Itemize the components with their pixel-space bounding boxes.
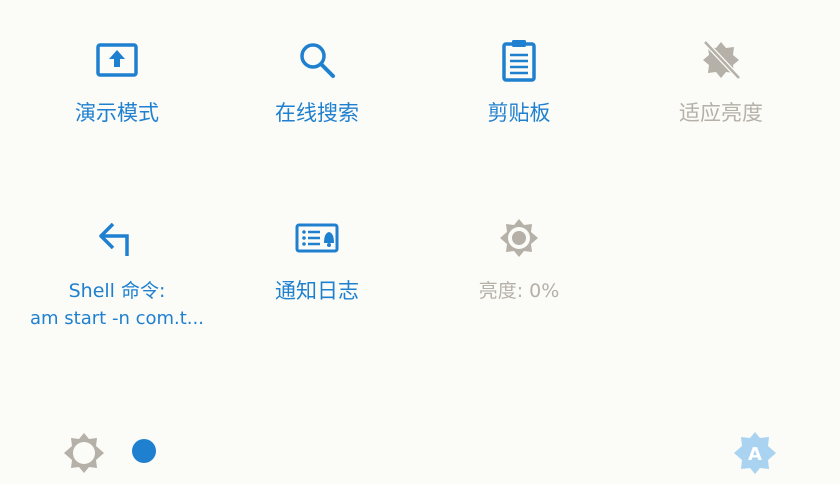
auto-brightness-label: A (748, 444, 762, 465)
auto-brightness-icon: A (734, 432, 776, 474)
search-icon (293, 36, 341, 84)
tile-shell-command[interactable]: Shell 命令: am start -n com.t... (12, 214, 222, 331)
tile-label: Shell 命令: (68, 280, 166, 302)
notification-log-icon (293, 214, 341, 262)
tile-brightness[interactable]: 亮度: 0% (414, 214, 624, 304)
brightness-low-icon (62, 431, 106, 479)
clipboard-icon (495, 36, 543, 84)
tile-label: 在线搜索 (275, 101, 359, 125)
tile-label: 剪贴板 (487, 101, 551, 125)
tile-label: 演示模式 (75, 101, 159, 125)
brightness-icon (495, 214, 543, 262)
auto-brightness-button[interactable]: A (732, 430, 778, 480)
tile-label: 亮度: 0% (478, 280, 560, 302)
tile-clipboard[interactable]: 剪贴板 (414, 36, 624, 126)
tile-label: 适应亮度 (679, 101, 763, 125)
adaptive-brightness-off-icon (697, 36, 745, 84)
back-arrow-icon (93, 214, 141, 262)
tile-presentation-mode[interactable]: 演示模式 (12, 36, 222, 126)
tile-label: 通知日志 (275, 279, 359, 303)
brightness-slider-thumb[interactable] (132, 439, 156, 463)
tile-sublabel: am start -n com.t... (30, 308, 204, 329)
tile-notification-log[interactable]: 通知日志 (212, 214, 422, 304)
tile-adaptive-brightness[interactable]: 适应亮度 (616, 36, 826, 126)
presentation-icon (93, 36, 141, 84)
tile-online-search[interactable]: 在线搜索 (212, 36, 422, 126)
